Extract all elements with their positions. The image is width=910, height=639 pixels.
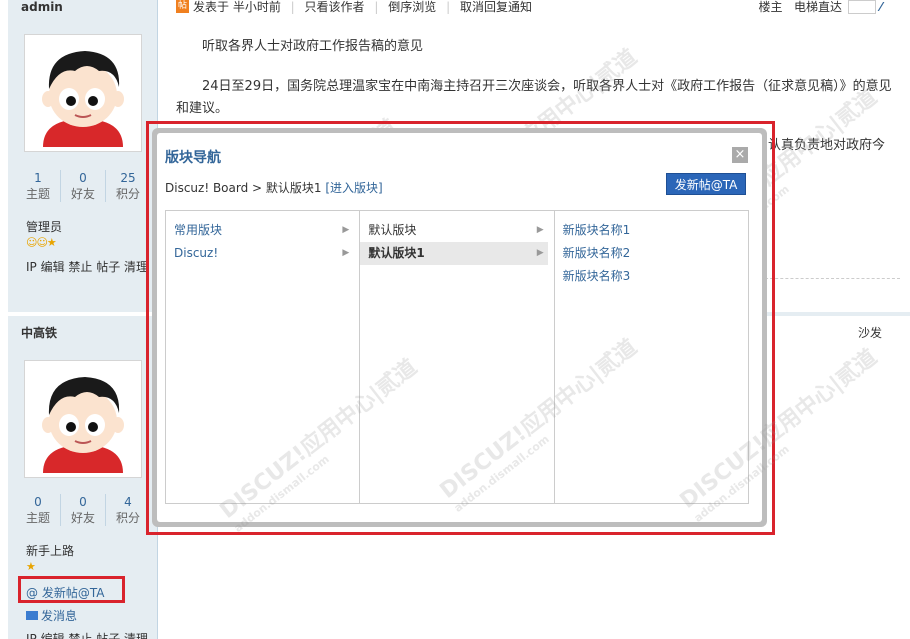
stat-credits[interactable]: 4 积分 bbox=[106, 494, 150, 526]
post-meta-bar: 帖发表于 半小时前 | 只看该作者 | 倒序浏览 | 取消回复通知 楼主 电梯直… bbox=[176, 0, 896, 16]
floor-number: 沙发 bbox=[858, 326, 883, 340]
stat-number: 0 bbox=[79, 495, 87, 509]
send-message-link[interactable]: 发消息 bbox=[26, 607, 77, 624]
user-group[interactable]: 管理员 bbox=[26, 218, 62, 235]
post-content: 听取各界人士对政府工作报告稿的意见 24日至29日，国务院总理温家宝在中南海主持… bbox=[176, 36, 896, 130]
floor-controls: 楼主 电梯直达 ⁄ bbox=[758, 0, 882, 14]
highlight-box bbox=[18, 576, 125, 603]
cartoon-avatar-icon bbox=[29, 39, 137, 147]
rank-star-icon: ★ bbox=[26, 560, 36, 573]
post-author-icon: 帖 bbox=[176, 0, 189, 13]
post-author-panel: 中高铁 0 主题 0 好友 4 积分 新手上路 ★ @ 发新帖@TA 发消息 I… bbox=[8, 316, 158, 639]
post-author-panel: admin 1 主题 0 好友 25 积分 管理员 ☺☺★ IP 编辑 禁止 帖… bbox=[8, 0, 158, 312]
cartoon-avatar-icon bbox=[29, 365, 137, 473]
user-group[interactable]: 新手上路 bbox=[26, 542, 74, 559]
post-time: 发表于 半小时前 bbox=[193, 0, 281, 14]
rank-star-icon: ☺☺★ bbox=[26, 236, 57, 249]
avatar[interactable] bbox=[24, 360, 142, 478]
stat-friends[interactable]: 0 好友 bbox=[61, 494, 106, 526]
stat-number: 4 bbox=[124, 495, 132, 509]
divider bbox=[760, 278, 900, 279]
stat-number: 1 bbox=[34, 171, 42, 185]
author-only-link[interactable]: 只看该作者 bbox=[305, 0, 365, 14]
floor-label: 楼主 bbox=[758, 0, 783, 14]
reverse-order-link[interactable]: 倒序浏览 bbox=[388, 0, 436, 14]
avatar[interactable] bbox=[24, 34, 142, 152]
post-title-line: 听取各界人士对政府工作报告稿的意见 bbox=[202, 39, 424, 54]
post-text-fragment: 认真负责地对政府今 bbox=[768, 138, 886, 153]
stat-label: 积分 bbox=[115, 511, 140, 525]
stat-credits[interactable]: 25 积分 bbox=[106, 170, 150, 202]
stat-label: 好友 bbox=[70, 511, 95, 525]
user-stats: 1 主题 0 好友 25 积分 bbox=[16, 170, 150, 202]
stat-threads[interactable]: 0 主题 bbox=[16, 494, 61, 526]
stat-label: 主题 bbox=[25, 511, 50, 525]
separator: | bbox=[290, 0, 295, 14]
admin-actions[interactable]: IP 编辑 禁止 帖子 清理 bbox=[26, 258, 148, 275]
stat-number: 0 bbox=[79, 171, 87, 185]
stat-label: 积分 bbox=[115, 187, 140, 201]
username[interactable]: admin bbox=[8, 0, 157, 20]
admin-actions[interactable]: IP 编辑 禁止 帖子 清理 bbox=[26, 630, 148, 639]
separator: | bbox=[374, 0, 379, 14]
username[interactable]: 中高铁 bbox=[8, 316, 157, 356]
stat-number: 25 bbox=[120, 171, 136, 185]
forum-thread-page: admin 1 主题 0 好友 25 积分 管理员 ☺☺★ IP 编辑 禁止 帖… bbox=[0, 0, 910, 639]
stat-threads[interactable]: 1 主题 bbox=[16, 170, 61, 202]
envelope-icon bbox=[26, 611, 38, 620]
stat-friends[interactable]: 0 好友 bbox=[61, 170, 106, 202]
jump-label: 电梯直达 bbox=[793, 0, 842, 14]
send-message-label: 发消息 bbox=[41, 609, 78, 623]
wrench-icon[interactable]: ⁄ bbox=[880, 0, 882, 14]
user-stats: 0 主题 0 好友 4 积分 bbox=[16, 494, 150, 526]
stat-label: 好友 bbox=[70, 187, 95, 201]
highlight-box bbox=[146, 121, 775, 535]
post-paragraph: 24日至29日，国务院总理温家宝在中南海主持召开三次座谈会，听取各界人士对《政府… bbox=[176, 79, 892, 116]
stat-number: 0 bbox=[34, 495, 42, 509]
separator: | bbox=[446, 0, 451, 14]
stat-label: 主题 bbox=[25, 187, 50, 201]
jump-floor-input[interactable] bbox=[847, 0, 876, 14]
cancel-notify-link[interactable]: 取消回复通知 bbox=[460, 0, 532, 14]
